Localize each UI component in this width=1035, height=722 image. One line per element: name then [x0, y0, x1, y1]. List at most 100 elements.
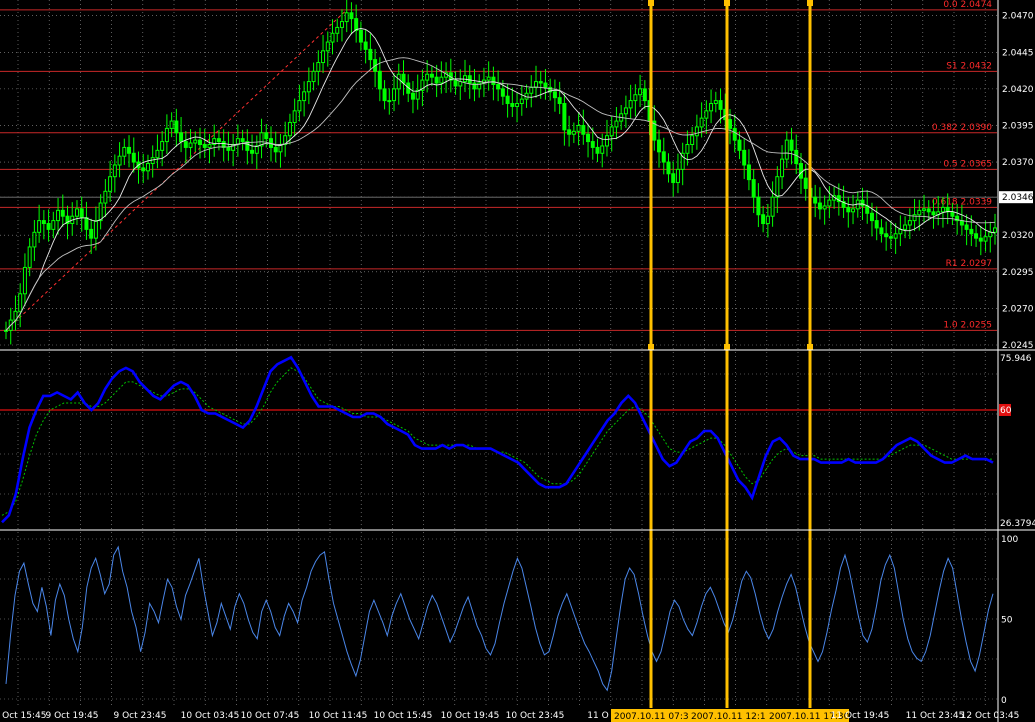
candle-body — [486, 76, 491, 81]
candle-body — [742, 149, 747, 166]
time-axis-label: 9 Oct 19:45 — [46, 711, 99, 721]
candle-body — [500, 88, 505, 97]
vertical-marker-handle — [807, 344, 813, 350]
candle-body — [84, 217, 89, 230]
candle-body — [699, 117, 704, 128]
candle-body — [571, 130, 576, 135]
candle-body — [32, 231, 37, 248]
candle-body — [98, 202, 103, 222]
candle-body — [959, 220, 964, 226]
candle-body — [496, 83, 501, 90]
candle-body — [4, 329, 8, 332]
candle-body — [974, 233, 979, 239]
oscillator-tick: 100 — [1001, 535, 1018, 545]
candle-body — [851, 208, 856, 213]
time-axis-label: 10 Oct 03:45 — [181, 711, 240, 721]
price-chart-window[interactable]: 0.0 2.0474 S1 2.0432 0.382 2.0390 0.5 2.036… — [0, 0, 1035, 722]
candle-body — [74, 208, 79, 217]
price-tick: 2.0245 — [1002, 341, 1034, 351]
candle-body — [108, 176, 113, 192]
candle-body — [926, 208, 931, 213]
candle-body — [56, 209, 61, 222]
candle-body — [127, 146, 132, 154]
candle-body — [131, 152, 136, 163]
candle-body — [330, 32, 335, 43]
time-axis-label: 10 Oct 23:45 — [506, 711, 565, 721]
level-label: 1.0 2.0255 — [943, 320, 992, 330]
candle-body — [434, 76, 439, 84]
candle-body — [543, 82, 548, 88]
candle-body — [917, 209, 922, 216]
time-axis-label: 10 Oct 11:45 — [309, 711, 368, 721]
candle-body — [387, 100, 392, 103]
candle-body — [756, 196, 761, 216]
candle-body — [155, 149, 160, 159]
candle-body — [846, 206, 851, 213]
candle-body — [628, 100, 633, 109]
candle-body — [780, 158, 785, 178]
candle-body — [358, 29, 363, 43]
candle-body — [453, 79, 458, 87]
price-tick: 2.0445 — [1002, 48, 1034, 58]
time-axis-label: 12 Oct 03:45 — [961, 711, 1020, 721]
candle-body — [472, 82, 477, 90]
candle-body — [339, 21, 344, 28]
candle-body — [562, 103, 567, 131]
candle-body — [567, 129, 572, 135]
candle-body — [179, 132, 184, 143]
candle-body — [103, 190, 108, 204]
level-label: 0.0 2.0474 — [943, 0, 992, 10]
vertical-marker-handle-top — [724, 0, 730, 6]
candle-body — [141, 167, 146, 172]
candle-body — [675, 168, 680, 184]
candle-body — [410, 92, 415, 100]
indicator-min-label: 26.3794 — [1000, 519, 1035, 529]
candle-body — [576, 124, 581, 132]
candle-body — [321, 50, 326, 64]
candle-body — [661, 151, 666, 163]
candle-body — [335, 26, 340, 34]
candle-body — [690, 135, 695, 145]
candle-body — [907, 220, 912, 226]
oscillator-tick: 50 — [1001, 616, 1013, 626]
candle-body — [803, 177, 808, 189]
candle-body — [226, 146, 231, 151]
candle-body — [382, 88, 387, 102]
candle-body — [112, 164, 117, 178]
candle-body — [865, 205, 870, 214]
candle-body — [37, 220, 42, 233]
candle-body — [770, 196, 775, 217]
candle-body — [685, 143, 690, 154]
candle-body — [363, 41, 368, 50]
candle-body — [822, 205, 827, 210]
candle-body — [600, 145, 605, 154]
candle-body — [893, 233, 898, 239]
candle-body — [396, 73, 401, 90]
candle-body — [657, 139, 662, 153]
candle-body — [988, 231, 993, 238]
candle-body — [888, 236, 893, 239]
level-label: R1 2.0297 — [946, 259, 992, 269]
candle-body — [732, 127, 737, 141]
price-tick: 2.0395 — [1002, 121, 1034, 131]
candle-body — [609, 126, 614, 137]
candle-body — [377, 70, 382, 90]
candle-body — [250, 149, 255, 154]
candle-body — [614, 120, 619, 128]
candle-body — [18, 293, 23, 312]
candle-body — [302, 91, 307, 102]
candle-body — [666, 161, 671, 175]
candle-body — [903, 224, 908, 230]
candle-body — [538, 81, 543, 84]
candle-body — [117, 155, 122, 166]
candle-body — [813, 196, 818, 204]
candle-body — [595, 146, 600, 154]
candle-body — [207, 143, 212, 148]
price-tick: 2.0295 — [1002, 268, 1034, 278]
candle-body — [993, 227, 997, 233]
candle-body — [775, 176, 780, 198]
level-label: 0.382 2.0390 — [932, 123, 992, 133]
time-axis-label: 10 Oct 15:45 — [374, 711, 433, 721]
vertical-marker-handle — [648, 344, 654, 350]
candle-body — [93, 220, 98, 239]
